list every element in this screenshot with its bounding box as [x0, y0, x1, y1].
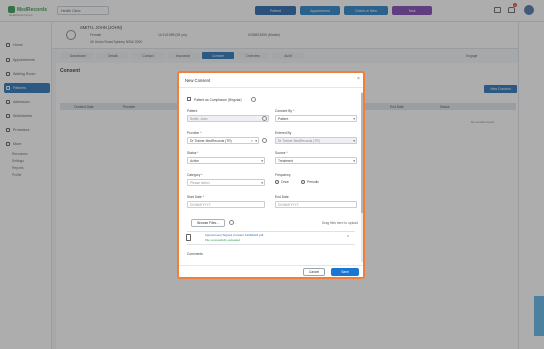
status-select[interactable]: Active ▾ — [187, 157, 265, 164]
search-icon[interactable] — [262, 138, 267, 143]
divider — [179, 87, 363, 88]
attachment-status: File successfully uploaded — [205, 238, 241, 242]
consent-by-select[interactable]: Patient ▾ — [275, 115, 357, 122]
drop-zone-text[interactable]: Drag files here to upload — [322, 221, 358, 225]
chevron-down-icon: ▾ — [353, 138, 355, 143]
save-button[interactable]: Save — [331, 268, 359, 276]
frequency-periodic-label: Periodic — [307, 180, 319, 184]
attachment-name[interactable]: Appointment Signed Consent 12062024.pdf — [205, 233, 263, 237]
end-date-label: End Date — [275, 195, 289, 199]
modal-title: New Consent — [185, 78, 211, 83]
info-icon[interactable] — [251, 97, 256, 102]
entered-by-select: Dr Trainer MedRecords (TR) ▾ — [275, 137, 357, 144]
search-icon[interactable] — [262, 116, 267, 121]
end-date-input[interactable]: DD/MM/YYYY — [275, 201, 357, 208]
new-consent-modal: New Consent × Patient as Compliance (Reg… — [177, 71, 365, 279]
provider-select[interactable]: Dr Trainer MedRecords (TR) × ▾ — [187, 137, 259, 144]
start-date-input[interactable]: DD/MM/YYYY — [187, 201, 265, 208]
clear-icon[interactable]: × — [251, 139, 253, 143]
comments-label: Comments — [187, 252, 203, 256]
info-icon[interactable] — [229, 220, 234, 225]
frequency-once-radio[interactable] — [275, 180, 279, 184]
remove-attachment-icon[interactable]: × — [347, 233, 349, 238]
chevron-down-icon: ▾ — [261, 180, 263, 185]
chevron-down-icon: ▾ — [353, 116, 355, 121]
consent-by-label: Consent By * — [275, 109, 295, 113]
provider-label: Provider * — [187, 131, 202, 135]
category-label: Category * — [187, 173, 203, 177]
scrollbar-thumb[interactable] — [361, 93, 363, 213]
frequency-periodic-radio[interactable] — [301, 180, 305, 184]
compliance-label: Patient as Compliance (Regular) — [194, 97, 242, 102]
source-select[interactable]: Treatment ▾ — [275, 157, 357, 164]
browse-files-button[interactable]: Browse Files... — [191, 219, 225, 227]
entered-by-label: Entered By — [275, 131, 292, 135]
cancel-button[interactable]: Cancel — [303, 268, 325, 276]
patient-field[interactable]: Smith, John — [187, 115, 269, 122]
chevron-down-icon: ▾ — [261, 158, 263, 163]
chevron-down-icon: ▾ — [255, 138, 257, 143]
patient-label: Patient — [187, 109, 198, 113]
close-icon[interactable]: × — [357, 76, 360, 82]
frequency-label: Frequency — [275, 173, 291, 177]
category-select[interactable]: Please select ▾ — [187, 179, 265, 186]
compliance-checkbox[interactable] — [187, 97, 191, 101]
status-label: Status * — [187, 151, 199, 155]
chevron-down-icon: ▾ — [353, 158, 355, 163]
source-label: Source * — [275, 151, 288, 155]
start-date-label: Start Date * — [187, 195, 205, 199]
file-icon — [186, 234, 191, 241]
frequency-once-label: Once — [281, 180, 289, 184]
